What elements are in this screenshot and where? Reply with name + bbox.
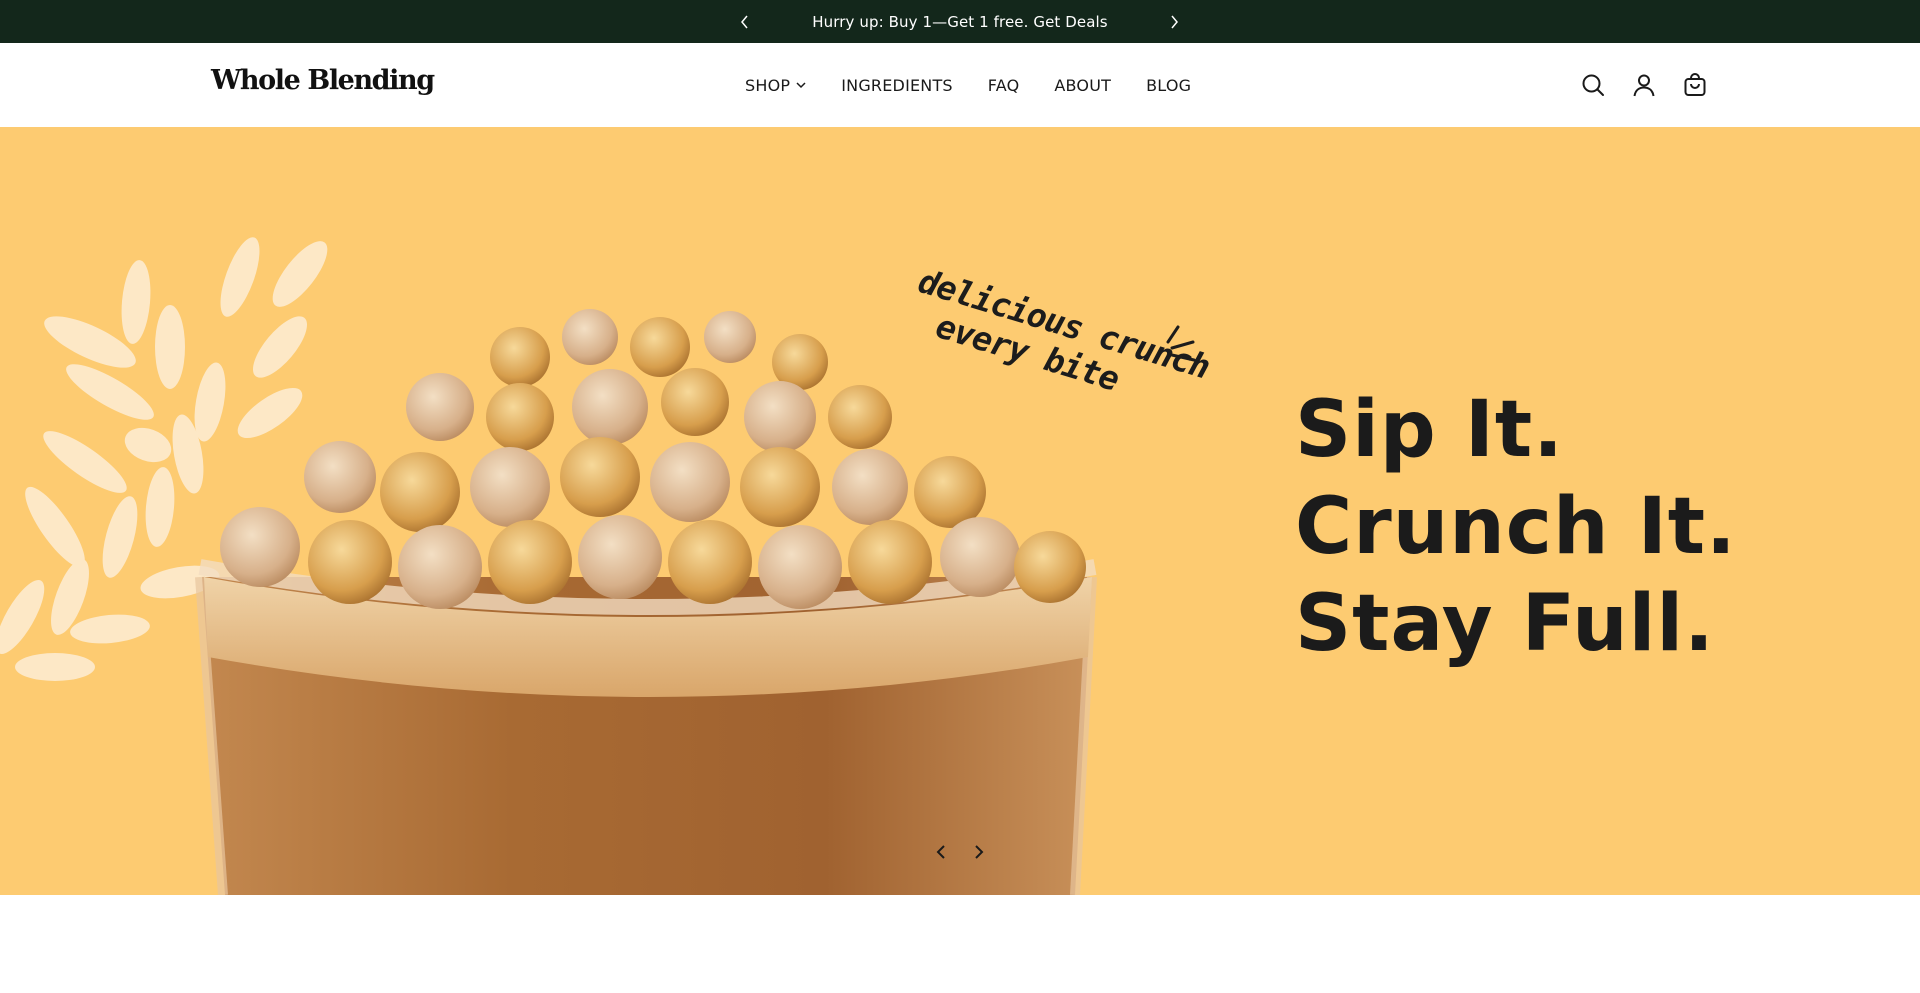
nav-item-shop[interactable]: SHOP — [745, 76, 806, 95]
nav-item-faq[interactable]: FAQ — [988, 76, 1020, 95]
nav-item-ingredients[interactable]: INGREDIENTS — [841, 76, 953, 95]
search-button[interactable] — [1578, 70, 1608, 100]
cart-button[interactable] — [1680, 70, 1710, 100]
chevron-left-icon — [741, 15, 748, 28]
announcement-next-button[interactable] — [1159, 0, 1189, 43]
search-icon — [1582, 74, 1604, 96]
smoothie-glass-with-puffed-cereal-image — [195, 309, 1097, 895]
announcement-text[interactable]: Hurry up: Buy 1—Get 1 free. Get Deals — [812, 13, 1107, 31]
sparkle-lines-icon — [1166, 325, 1196, 362]
site-header: Whole Blending SHOP INGREDIENTS FAQ ABOU… — [0, 43, 1920, 127]
chevron-right-icon — [1171, 15, 1178, 28]
hero-headline-line: Crunch It. — [1295, 482, 1737, 572]
hero-slideshow: delicious crunch every bite Sip It. Crun… — [0, 127, 1920, 895]
account-button[interactable] — [1629, 70, 1659, 100]
header-actions — [1578, 43, 1710, 127]
nav-item-about[interactable]: ABOUT — [1054, 76, 1111, 95]
hero-headline-line: Stay Full. — [1295, 579, 1715, 669]
hero-headline-line: Sip It. — [1295, 385, 1564, 475]
hero-headline: Sip It. Crunch It. Stay Full. — [1295, 382, 1737, 673]
nav-item-label: INGREDIENTS — [841, 75, 953, 95]
nav-item-label: SHOP — [745, 75, 791, 95]
hero-slide-controls — [926, 837, 1002, 867]
hero-next-button[interactable] — [964, 837, 994, 867]
chevron-right-icon — [975, 845, 984, 859]
hero-prev-button[interactable] — [926, 837, 956, 867]
cart-icon — [1684, 73, 1706, 96]
nav-item-blog[interactable]: BLOG — [1146, 76, 1191, 95]
site-logo[interactable]: Whole Blending — [211, 65, 435, 96]
nav-item-label: BLOG — [1146, 75, 1192, 95]
announcement-bar: Hurry up: Buy 1—Get 1 free. Get Deals — [0, 0, 1920, 43]
account-icon — [1633, 74, 1655, 97]
nav-item-label: FAQ — [987, 75, 1020, 95]
nav-item-label: ABOUT — [1054, 75, 1112, 95]
chevron-down-icon — [796, 81, 806, 89]
chevron-left-icon — [936, 845, 945, 859]
main-nav: SHOP INGREDIENTS FAQ ABOUT BLOG — [745, 43, 1191, 127]
announcement-prev-button[interactable] — [730, 0, 760, 43]
